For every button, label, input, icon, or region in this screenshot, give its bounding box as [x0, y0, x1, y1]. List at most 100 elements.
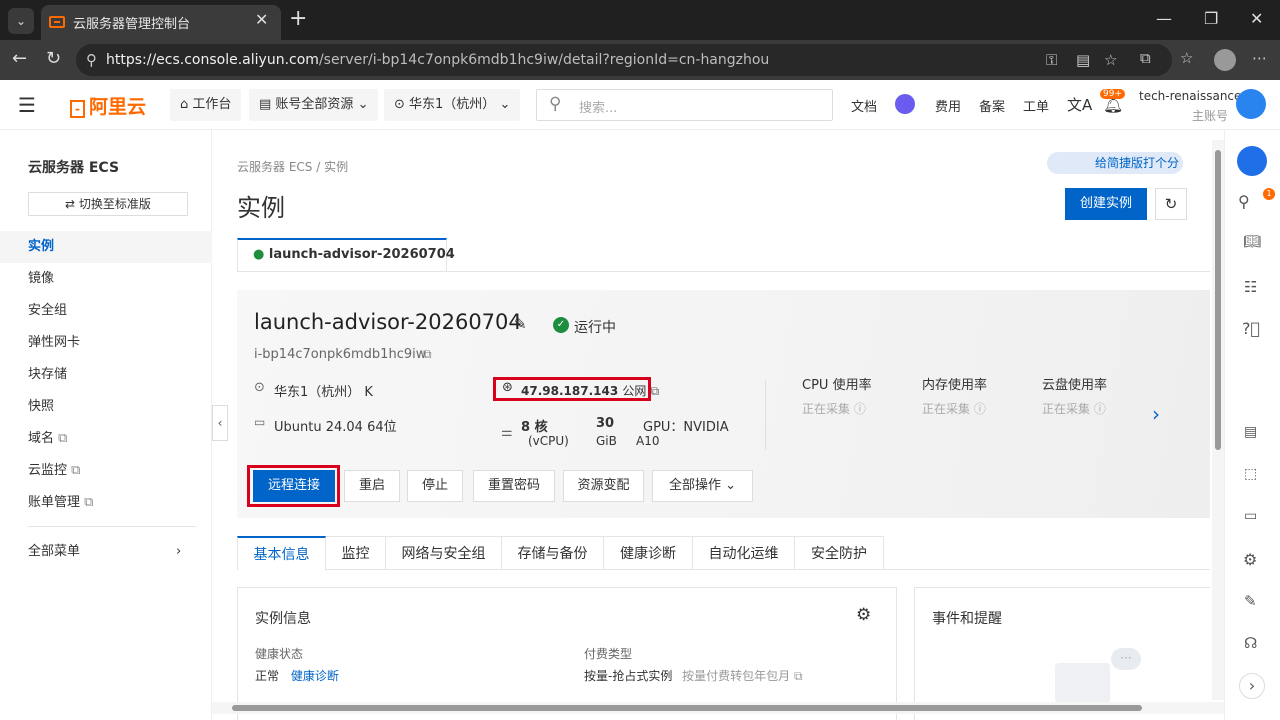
resources-dropdown[interactable]: ▤ 账号全部资源 ⌄ — [249, 89, 379, 121]
tabs-underline — [884, 569, 1210, 570]
expand-rail-icon[interactable]: › — [1239, 673, 1265, 699]
ticket-link[interactable]: 工单 — [1023, 96, 1049, 115]
tab-automation[interactable]: 自动化运维 — [693, 536, 795, 570]
back-icon[interactable]: ← — [12, 48, 27, 69]
settings-icon[interactable]: ⚙ — [1243, 550, 1257, 569]
all-actions-dropdown[interactable]: 全部操作 ⌄ — [652, 470, 753, 502]
account-name[interactable]: tech-renaissance — [1139, 89, 1241, 103]
extensions-icon[interactable]: ⧉ — [1140, 49, 1151, 67]
site-info-icon[interactable]: ⚲ — [86, 51, 97, 69]
horizontal-scrollbar-thumb[interactable] — [232, 705, 1142, 711]
tab-health-diagnosis[interactable]: 健康诊断 — [604, 536, 693, 570]
create-instance-button[interactable]: 创建实例 — [1065, 188, 1147, 220]
edit-note-icon[interactable]: ✎ — [1244, 592, 1257, 610]
change-config-button[interactable]: 资源变配 — [563, 470, 644, 502]
instance-os: Ubuntu 24.04 64位 — [274, 420, 397, 435]
reader-icon[interactable]: ▤ — [1076, 51, 1090, 69]
sidebar-item-security-groups[interactable]: 安全组 — [0, 295, 212, 327]
language-icon[interactable]: 文A — [1067, 94, 1092, 115]
reset-password-button[interactable]: 重置密码 — [473, 470, 555, 502]
avatar[interactable] — [1236, 89, 1266, 119]
tab-security-protection[interactable]: 安全防护 — [795, 536, 884, 570]
more-icon[interactable]: ⋯ — [1252, 49, 1267, 67]
search-input[interactable]: ⚲ 搜索... — [536, 89, 833, 121]
gear-icon[interactable]: ⚙ — [856, 605, 871, 625]
new-tab-icon[interactable]: + — [289, 6, 307, 31]
sidebar-item-eni[interactable]: 弹性网卡 — [0, 327, 212, 359]
tab-basic-info[interactable]: 基本信息 — [237, 536, 326, 570]
key-icon[interactable]: ⚿ — [1046, 51, 1057, 69]
copy-ip-icon[interactable]: ⧉ — [651, 384, 660, 398]
docs-link[interactable]: 文档 — [851, 96, 877, 115]
close-window-icon[interactable]: ✕ — [1250, 9, 1263, 28]
sidebar-item-snapshots[interactable]: 快照 — [0, 391, 212, 423]
search-placeholder: 搜索... — [579, 101, 618, 116]
empty-illustration-icon — [1055, 663, 1110, 703]
vertical-scrollbar-thumb[interactable] — [1215, 150, 1221, 450]
favorite-star-icon[interactable]: ☆ — [1104, 51, 1117, 69]
vertical-scrollbar[interactable] — [1212, 140, 1224, 700]
restore-icon[interactable]: ❐ — [1204, 9, 1218, 28]
icp-link[interactable]: 备案 — [979, 96, 1005, 115]
help-icon[interactable]: ?⃝ — [1242, 319, 1260, 338]
book-icon[interactable]: 📖︎ — [1243, 234, 1261, 250]
search-icon[interactable]: ⚲ — [1238, 192, 1250, 211]
spec-icon: ⚌ — [501, 425, 513, 440]
minimize-icon[interactable]: — — [1156, 9, 1172, 28]
terminal-icon[interactable]: ▭ — [1244, 508, 1257, 524]
health-diagnosis-link[interactable]: 健康诊断 — [291, 669, 339, 683]
tab-monitoring[interactable]: 监控 — [326, 536, 386, 570]
assistant-icon[interactable] — [895, 94, 915, 114]
sidebar-divider — [28, 526, 196, 527]
breadcrumb-ecs[interactable]: 云服务器 ECS — [237, 160, 312, 174]
instance-summary-card: launch-advisor-20260704 ✎ ✓ 运行中 i-bp14c7… — [237, 290, 1210, 518]
tab-list-dropdown-icon[interactable]: ⌄ — [8, 8, 34, 34]
profile-icon[interactable] — [1214, 49, 1236, 71]
robot-assistant-icon[interactable] — [1237, 146, 1267, 176]
stop-button[interactable]: 停止 — [407, 470, 463, 502]
collapse-sidebar-icon[interactable]: ‹ — [212, 405, 228, 441]
refresh-icon[interactable]: ↻ — [1155, 188, 1187, 220]
billing-link[interactable]: 费用 — [935, 96, 961, 115]
switch-standard-button[interactable]: ⇄ 切换至标准版 — [28, 192, 188, 216]
edit-icon[interactable]: ✎ — [514, 315, 527, 333]
restart-button[interactable]: 重启 — [344, 470, 400, 502]
sidebar-item-billing[interactable]: 账单管理 ⧉ — [0, 487, 212, 519]
switch-icon: ⇄ — [65, 197, 79, 211]
sidebar-all-menu[interactable]: 全部菜单 › — [0, 536, 212, 568]
tab-storage-backup[interactable]: 存储与备份 — [502, 536, 604, 570]
sidebar-item-domains[interactable]: 域名 ⧉ — [0, 423, 212, 455]
copy-icon[interactable]: ⧉ — [423, 347, 432, 362]
remote-connect-button[interactable]: 远程连接 — [253, 470, 335, 502]
chevron-right-icon[interactable]: › — [1152, 402, 1160, 426]
instance-id: i-bp14c7onpk6mdb1hc9iw — [254, 347, 427, 362]
tab-network-security[interactable]: 网络与安全组 — [386, 536, 502, 570]
info-icon[interactable]: ⓘ — [854, 402, 866, 416]
instance-tab[interactable]: ● launch-advisor-20260704 — [237, 238, 455, 272]
info-icon[interactable]: ⓘ — [1094, 402, 1106, 416]
workbench-button[interactable]: ⌂ 工作台 — [170, 89, 242, 121]
horizontal-scrollbar[interactable] — [212, 702, 1224, 714]
region-dropdown[interactable]: ⊙ 华东1（杭州） ⌄ — [384, 89, 521, 121]
public-ip[interactable]: 47.98.187.143 公网 ⧉ — [521, 382, 659, 399]
list-icon[interactable]: ☷ — [1244, 278, 1257, 296]
support-icon[interactable]: ☊ — [1244, 634, 1257, 652]
export-icon[interactable]: ⬚ — [1244, 466, 1257, 482]
ip-icon: ⊛ — [502, 380, 513, 395]
sidebar-item-instances[interactable]: 实例 — [0, 231, 212, 263]
notes-icon[interactable]: ▤ — [1244, 424, 1257, 440]
sidebar-item-block-storage[interactable]: 块存储 — [0, 359, 212, 391]
refresh-icon[interactable]: ↻ — [46, 48, 61, 69]
browser-tab[interactable]: 云服务器管理控制台 ✕ — [41, 5, 281, 40]
sidebar-item-cloudmonitor[interactable]: 云监控 ⧉ — [0, 455, 212, 487]
close-tab-icon[interactable]: ✕ — [255, 10, 268, 29]
feedback-button[interactable]: 给简捷版打个分 — [1047, 152, 1183, 174]
favorites-icon[interactable]: ☆ — [1180, 49, 1193, 67]
info-icon[interactable]: ⓘ — [974, 402, 986, 416]
convert-billing-link[interactable]: 按量付费转包年包月 ⧉ — [682, 669, 802, 683]
url-field[interactable]: ⚲ https://ecs.console.aliyun.com/server/… — [76, 44, 1172, 76]
metric-disk-label: 云盘使用率 — [1042, 378, 1108, 393]
menu-icon[interactable]: ☰ — [18, 93, 36, 117]
sidebar-item-images[interactable]: 镜像 — [0, 263, 212, 295]
aliyun-logo[interactable]: - 阿里云 — [70, 92, 146, 119]
